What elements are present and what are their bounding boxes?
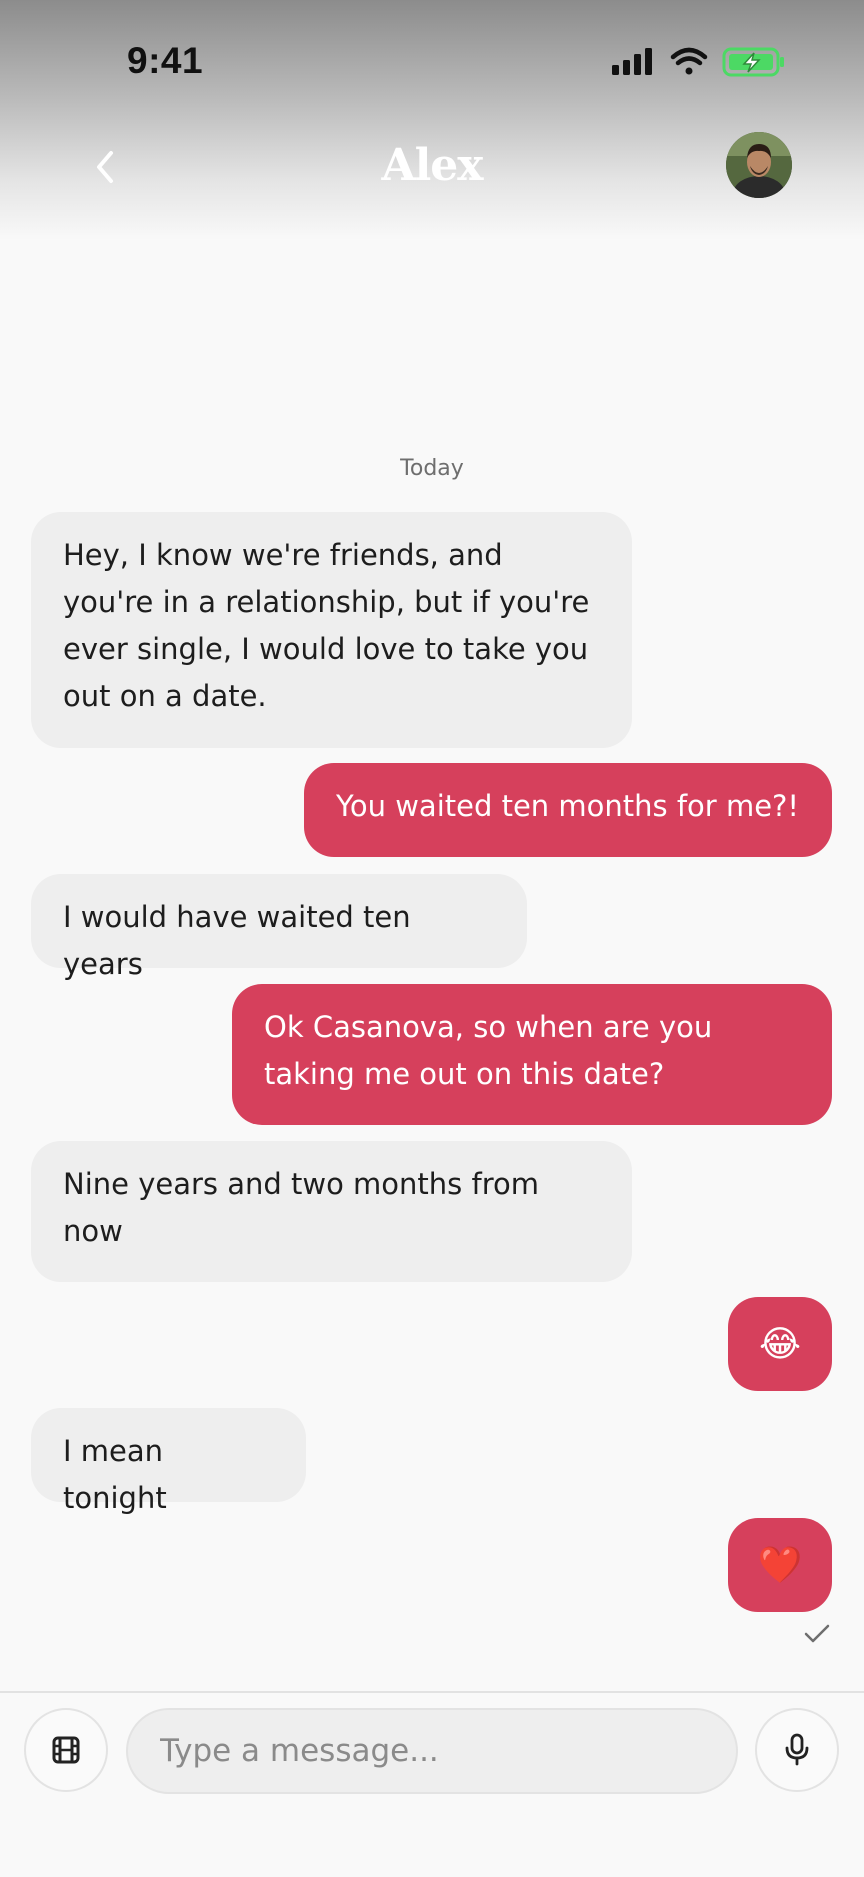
message-bubble-received[interactable]: I would have waited ten years: [31, 874, 527, 981]
wifi-icon: [670, 47, 708, 75]
message-bubble-sent[interactable]: Ok Casanova, so when are you taking me o…: [232, 984, 832, 1125]
voice-message-button[interactable]: [755, 1708, 839, 1792]
composer-divider: [0, 1691, 864, 1693]
status-icons: [612, 47, 792, 77]
checkmark-icon: [804, 1624, 830, 1643]
avatar[interactable]: [726, 132, 792, 198]
battery-charging-icon: [722, 47, 784, 77]
media-button[interactable]: [24, 1708, 108, 1792]
message-bubble-received[interactable]: Hey, I know we're friends, and you're in…: [31, 512, 632, 748]
microphone-icon: [785, 1733, 809, 1766]
message-bubble-sent[interactable]: 😂: [728, 1297, 832, 1391]
date-separator: Today: [400, 456, 464, 481]
message-bubble-sent[interactable]: ❤️: [728, 1518, 832, 1612]
message-bubble-received[interactable]: Nine years and two months from now: [31, 1141, 632, 1282]
film-icon: [52, 1736, 80, 1764]
message-bubble-sent[interactable]: You waited ten months for me?!: [304, 763, 832, 857]
read-receipt: [802, 1622, 832, 1646]
status-time: 9:41: [127, 40, 204, 81]
message-input-wrapper: [126, 1708, 738, 1794]
message-bubble-received[interactable]: I mean tonight: [31, 1408, 306, 1515]
message-input[interactable]: [128, 1733, 736, 1769]
status-bar: 9:41: [0, 0, 864, 120]
cellular-signal-icon: [612, 48, 652, 75]
chat-header: Alex: [0, 120, 864, 230]
